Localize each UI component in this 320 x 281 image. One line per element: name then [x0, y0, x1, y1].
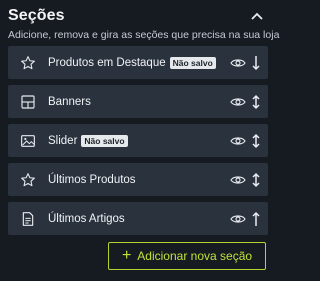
section-label: Produtos em Destaque	[48, 56, 166, 69]
title-row: Seções	[8, 6, 266, 26]
section-item[interactable]: Últimos Artigos	[8, 202, 268, 235]
plus-icon: +	[121, 247, 132, 264]
section-actions	[230, 163, 260, 196]
arrow-up-icon[interactable]	[252, 211, 260, 227]
section-actions	[230, 85, 260, 118]
add-section-button[interactable]: + Adicionar nova seção	[108, 242, 266, 270]
section-item[interactable]: Slider Não salvo	[8, 124, 268, 157]
unsaved-badge: Não salvo	[81, 134, 128, 147]
unsaved-badge: Não salvo	[169, 56, 216, 69]
section-actions	[230, 46, 260, 79]
eye-icon[interactable]	[230, 135, 246, 147]
sections-header: Seções Adicione, remova e gira as seções…	[8, 6, 280, 41]
eye-icon[interactable]	[230, 213, 246, 225]
document-icon	[19, 210, 37, 228]
section-label: Banners	[48, 95, 91, 108]
eye-icon[interactable]	[230, 57, 246, 69]
section-label: Últimos Produtos	[48, 173, 136, 186]
arrow-up-down-icon[interactable]	[252, 172, 260, 188]
grid-icon	[19, 93, 37, 111]
arrow-down-icon[interactable]	[252, 55, 260, 71]
star-icon	[19, 54, 37, 72]
chevron-up-icon[interactable]	[250, 9, 264, 23]
sections-list: Produtos em Destaque Não salvo Banners S…	[8, 46, 268, 241]
section-label: Slider	[48, 134, 78, 147]
section-item[interactable]: Produtos em Destaque Não salvo	[8, 46, 268, 79]
page-subtitle: Adicione, remova e gira as seções que pr…	[8, 29, 280, 41]
section-item[interactable]: Banners	[8, 85, 268, 118]
image-icon	[19, 132, 37, 150]
arrow-up-down-icon[interactable]	[252, 133, 260, 149]
arrow-up-down-icon[interactable]	[252, 94, 260, 110]
page-title: Seções	[8, 7, 65, 24]
add-section-label: Adicionar nova seção	[137, 249, 253, 263]
section-actions	[230, 124, 260, 157]
section-label: Últimos Artigos	[48, 212, 125, 225]
star-icon	[19, 171, 37, 189]
section-actions	[230, 202, 260, 235]
eye-icon[interactable]	[230, 96, 246, 108]
section-item[interactable]: Últimos Produtos	[8, 163, 268, 196]
eye-icon[interactable]	[230, 174, 246, 186]
